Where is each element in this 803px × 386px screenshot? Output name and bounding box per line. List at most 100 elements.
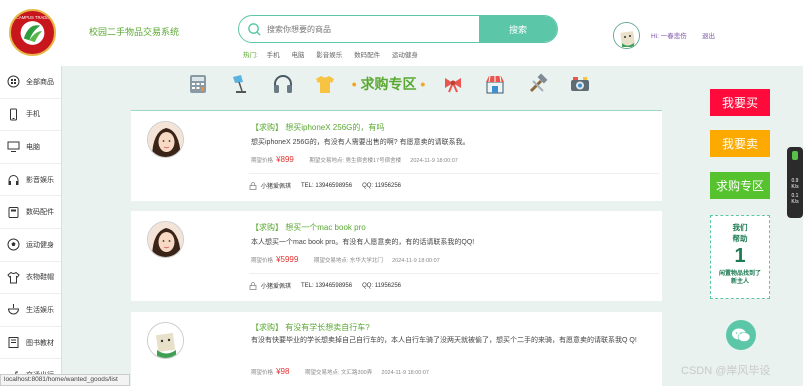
- post-price: ¥5999: [276, 255, 299, 264]
- qq-label: QQ:: [362, 282, 374, 289]
- want-sell-button[interactable]: 我要卖: [710, 130, 770, 157]
- poster-avatar: [147, 221, 184, 258]
- sidebar-item-label: 图书教材: [26, 339, 54, 347]
- help-line2: 帮助: [732, 234, 748, 243]
- hot-tag-media[interactable]: 影音娱乐: [316, 52, 342, 59]
- poster-tel: 13946598956: [315, 182, 353, 189]
- camera-icon[interactable]: [569, 72, 592, 96]
- poster-name[interactable]: 小猪爱佩琪: [261, 181, 291, 190]
- post-date: 2024-11-9 18:00:07: [410, 158, 458, 164]
- tel-label: TEL:: [301, 182, 314, 189]
- calculator-icon[interactable]: [186, 72, 209, 96]
- user-avatar[interactable]: [613, 22, 640, 49]
- hot-tag-computer[interactable]: 电脑: [291, 52, 304, 59]
- grid-icon: [6, 75, 20, 89]
- monitor-icon: [6, 140, 20, 154]
- post-price: ¥98: [276, 367, 290, 376]
- network-speed-widget: 0.9 K/s 0.1 K/s: [787, 147, 803, 218]
- price-label: 期望价格: [251, 258, 274, 264]
- site-title: 校园二手物品交易系统: [89, 27, 180, 37]
- post-price: ¥899: [276, 155, 294, 164]
- lock-icon: [249, 181, 257, 190]
- poster-avatar: [147, 121, 184, 158]
- tshirt-icon[interactable]: [313, 72, 336, 96]
- page-heading-text: 求购专区: [360, 76, 417, 92]
- sidebar-item-books[interactable]: 图书教材: [0, 327, 61, 360]
- want-buy-button[interactable]: 我要买: [710, 89, 770, 116]
- location-label: 期望交易地点:: [309, 158, 344, 164]
- phone-icon: [6, 107, 20, 121]
- location-label: 期望交易地点:: [313, 258, 349, 264]
- poster-name[interactable]: 小猪爱佩琪: [261, 281, 291, 290]
- shirt-icon: [6, 270, 20, 284]
- page-heading: • 求购专区 •: [351, 76, 426, 92]
- post-title[interactable]: 【求购】 想买iphoneX 256G的，有吗: [251, 122, 384, 133]
- user-greeting[interactable]: Hi: 一春悲伤: [651, 30, 687, 40]
- hot-tag-phone[interactable]: 手机: [267, 52, 280, 59]
- post-location: 东华大学北门: [349, 258, 383, 264]
- post-contact: 小猪爱佩琪 TEL: 13946598956 QQ: 11956256: [249, 281, 401, 290]
- poster-qq: 11956256: [374, 282, 402, 289]
- wechat-icon[interactable]: [726, 320, 756, 350]
- wanted-post-card[interactable]: 【求购】 想买iphoneX 256G的，有吗 想买iphoneX 256G的，…: [131, 111, 662, 201]
- post-description: 本人想买一个mac book pro。有没有人愿意卖的，有的话请联系我的QQ!: [251, 239, 475, 246]
- search-input[interactable]: [267, 21, 477, 38]
- speed-indicator: [792, 151, 798, 160]
- lock-icon: [249, 281, 257, 290]
- poster-avatar: [147, 322, 184, 359]
- post-description: 想买iphoneX 256G的，有没有人需要出售的啊? 有愿意卖的请联系我。: [251, 139, 470, 146]
- price-label: 期望价格: [251, 370, 274, 376]
- post-meta: 期望价格 ¥5999 期望交易地点: 东华大学北门 2024-11-9 18:0…: [251, 255, 440, 264]
- logout-link[interactable]: 退出: [702, 30, 715, 40]
- sidebar-item-phone[interactable]: 手机: [0, 99, 61, 132]
- wanted-post-card[interactable]: 【求购】 有没有学长想卖自行车? 有没有快要毕业的学长想卖掉自己自行车的，本人自…: [131, 312, 662, 386]
- storage-icon: [6, 205, 20, 219]
- post-location: 男生宿舍楼17号宿舍楼: [345, 158, 402, 164]
- sidebar-item-all[interactable]: 全部商品: [0, 66, 61, 99]
- speed-up-unit: K/s: [791, 184, 799, 190]
- post-title[interactable]: 【求购】 想买一个mac book pro: [251, 222, 366, 233]
- headphones-icon: [6, 173, 20, 187]
- site-logo[interactable]: CAMPUS TRADE: [9, 9, 56, 56]
- wanted-zone-button[interactable]: 求购专区: [710, 172, 770, 199]
- card-separator: [249, 273, 659, 274]
- card-separator: [249, 173, 659, 174]
- sidebar-item-computer[interactable]: 电脑: [0, 131, 61, 164]
- help-line4: 新主人: [730, 279, 749, 285]
- post-title[interactable]: 【求购】 有没有学长想卖自行车?: [251, 322, 370, 333]
- post-meta: 期望价格 ¥98 期望交易地点: 文汇路300弄 2024-11-9 18:00…: [251, 367, 429, 376]
- sidebar-item-label: 运动健身: [26, 241, 54, 249]
- help-line3: 闲置物品找到了: [718, 271, 761, 277]
- shop-icon[interactable]: [484, 72, 507, 96]
- bow-icon[interactable]: [441, 72, 464, 96]
- location-label: 期望交易地点:: [304, 370, 340, 376]
- sidebar-item-label: 影音娱乐: [26, 176, 54, 184]
- ball-icon: [6, 238, 20, 252]
- wanted-post-card[interactable]: 【求购】 想买一个mac book pro 本人想买一个mac book pro…: [131, 211, 662, 301]
- search-box: 搜索: [238, 15, 558, 43]
- poster-tel: 13946598956: [315, 282, 353, 289]
- post-location: 文汇路300弄: [341, 370, 373, 376]
- sidebar-item-label: 电脑: [26, 143, 40, 151]
- headphones-icon[interactable]: [271, 72, 294, 96]
- hot-tag-accessories[interactable]: 数码配件: [354, 52, 380, 59]
- search-button[interactable]: 搜索: [479, 16, 557, 42]
- post-description: 有没有快要毕业的学长想卖掉自己自行车的，本人自行车骑了没两天就被偷了，想买个二手…: [251, 337, 637, 344]
- post-date: 2024-11-9 18:00:07: [381, 370, 429, 376]
- tools-icon[interactable]: [526, 72, 549, 96]
- bowl-icon: [6, 303, 20, 317]
- hot-tag-fitness[interactable]: 运动健身: [392, 52, 418, 59]
- hot-label: 热门:: [243, 52, 258, 59]
- post-meta: 期望价格 ¥899 期望交易地点: 男生宿舍楼17号宿舍楼 2024-11-9 …: [251, 155, 458, 164]
- header: CAMPUS TRADE 校园二手物品交易系统 搜索 热门: 手机 电脑 影音娱…: [0, 0, 803, 66]
- sidebar-item-fitness[interactable]: 运动健身: [0, 229, 61, 262]
- watermark: CSDN @岸风毕设: [681, 365, 771, 377]
- sidebar-item-life[interactable]: 生活娱乐: [0, 294, 61, 327]
- post-date: 2024-11-9 18:00:07: [392, 258, 440, 264]
- lamp-icon[interactable]: [228, 72, 251, 96]
- poster-qq: 11956256: [374, 182, 402, 189]
- sidebar-item-clothing[interactable]: 衣物鞋帽: [0, 262, 61, 295]
- status-url-bar: localhost:8081/home/wanted_goods/list: [0, 374, 130, 386]
- sidebar-item-accessories[interactable]: 数码配件: [0, 196, 61, 229]
- sidebar-item-media[interactable]: 影音娱乐: [0, 164, 61, 197]
